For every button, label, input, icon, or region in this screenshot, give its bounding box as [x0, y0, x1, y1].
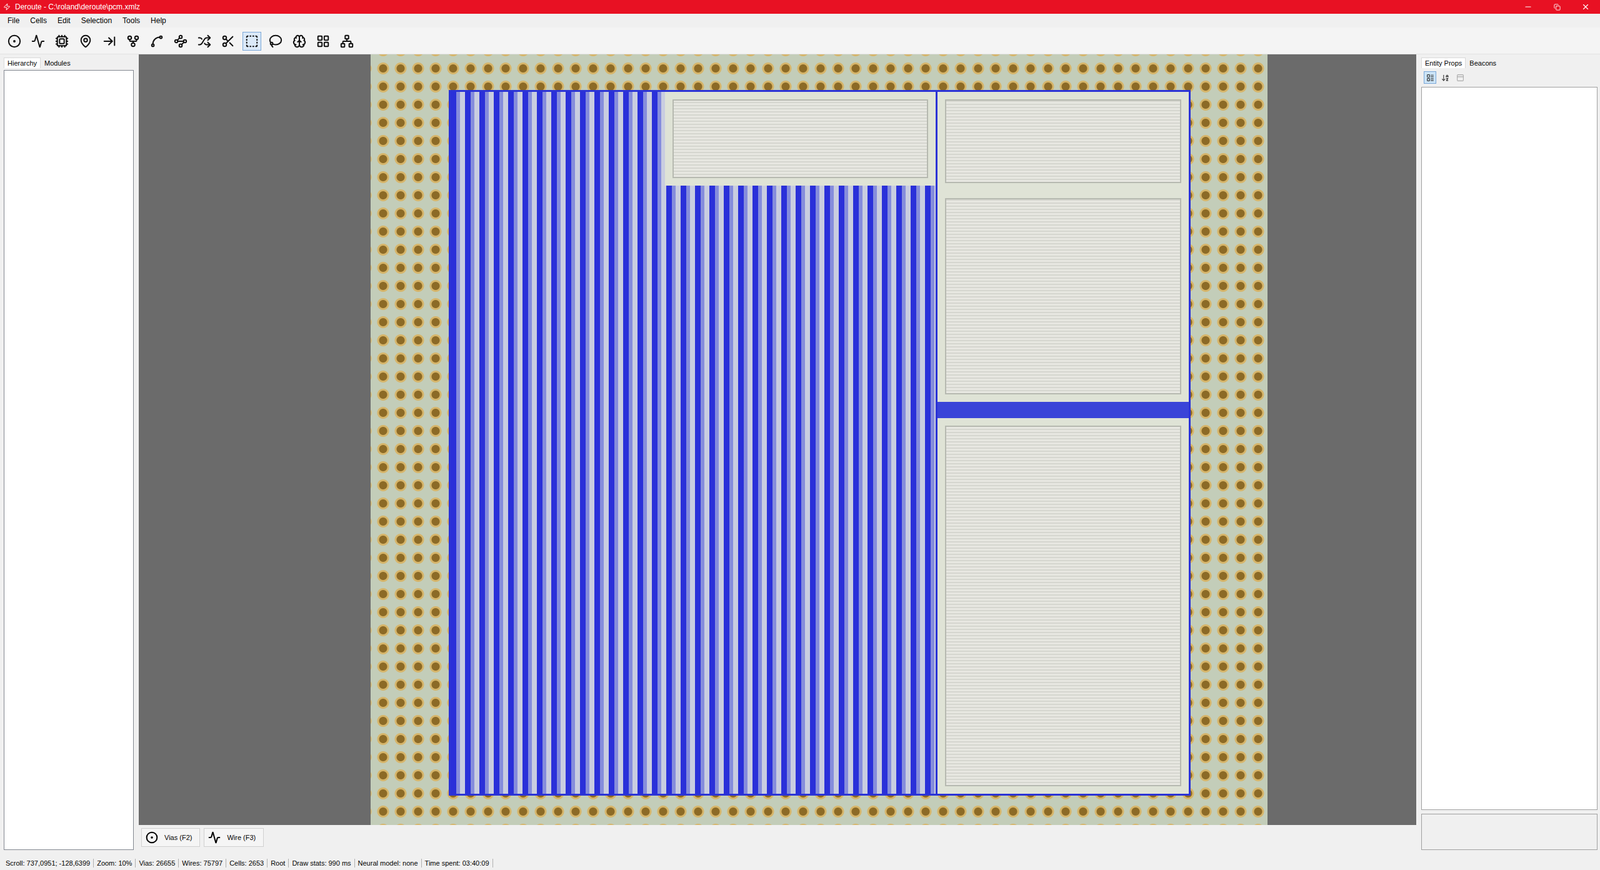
left-tabs: HierarchyModules [3, 56, 134, 69]
tool-button[interactable] [195, 31, 214, 51]
tool-button[interactable] [123, 31, 143, 51]
memory-block [945, 425, 1182, 787]
rect-select-icon [245, 34, 259, 49]
property-pages-button[interactable] [1453, 71, 1467, 84]
menu-item[interactable]: Cells [25, 15, 53, 27]
input-port-icon [102, 34, 117, 49]
minimize-button[interactable] [1513, 0, 1543, 14]
status-item: Time spent: 03:40:09 [421, 858, 494, 868]
alphabetical-icon [1441, 73, 1450, 82]
property-pages-icon [1456, 73, 1465, 82]
categorized-button[interactable] [1423, 71, 1437, 84]
chip-die-image [370, 54, 1268, 825]
menu-item[interactable]: Selection [76, 15, 118, 27]
status-bar: Scroll: 737,0951; -128,6399Zoom: 10%Vias… [0, 856, 1600, 870]
cell-grid-icon [316, 34, 330, 49]
layer-button[interactable]: Wire (F3) [203, 828, 264, 847]
tool-button[interactable] [242, 31, 262, 51]
property-toolbar [1421, 70, 1598, 85]
app-window: Deroute - C:\roland\deroute\pcm.xmlzFile… [0, 0, 1600, 870]
route-icon [150, 34, 164, 49]
left-panel: HierarchyModules [3, 56, 134, 850]
via-tool-icon [7, 34, 22, 49]
status-item: Root [267, 858, 289, 868]
layer-bar: Vias (F2)Wire (F3) [138, 825, 1417, 850]
memory-block [945, 99, 1182, 184]
panel-tab[interactable]: Hierarchy [3, 57, 41, 69]
lasso-select-icon [268, 34, 283, 49]
tool-button[interactable] [52, 31, 72, 51]
tool-button[interactable] [5, 31, 24, 51]
wire-icon [208, 831, 221, 844]
memory-block [945, 198, 1182, 395]
via-icon [145, 831, 159, 844]
tool-button[interactable] [28, 31, 48, 51]
restore-button[interactable] [1542, 0, 1572, 14]
status-item: Neural model: none [355, 858, 422, 868]
cut-wires-icon [221, 34, 235, 49]
panel-tab[interactable]: Beacons [1465, 57, 1500, 69]
wire-region-top [450, 91, 936, 186]
wire-tool-icon [31, 34, 45, 49]
panel-tab[interactable]: Entity Props [1421, 57, 1466, 69]
property-grid[interactable] [1421, 86, 1598, 810]
memory-block [672, 99, 929, 179]
status-item: Zoom: 10% [93, 858, 136, 868]
layout-canvas[interactable] [138, 54, 1417, 825]
categorized-icon [1426, 73, 1435, 82]
menu-bar: FileCellsEditSelectionToolsHelp [0, 13, 1600, 28]
close-icon [1581, 2, 1590, 12]
status-item: Draw stats: 990 ms [288, 858, 355, 868]
property-description [1421, 813, 1598, 850]
tool-button[interactable] [313, 31, 333, 51]
right-tabs: Entity PropsBeacons [1421, 56, 1598, 69]
app-icon [2, 2, 12, 12]
netlist-icon [340, 34, 354, 49]
wire-overlay [450, 91, 665, 186]
tool-button[interactable] [100, 31, 119, 51]
alphabetical-button[interactable] [1438, 71, 1452, 84]
tool-button[interactable] [290, 31, 309, 51]
swap-wires-icon [197, 34, 212, 49]
tool-button[interactable] [266, 31, 285, 51]
fork-icon [126, 34, 140, 49]
menu-item[interactable]: File [2, 15, 25, 27]
menu-item[interactable]: Help [145, 15, 172, 27]
layer-button[interactable]: Vias (F2) [141, 828, 200, 847]
menu-item[interactable]: Edit [52, 15, 77, 27]
cell-tool-icon [55, 34, 69, 49]
title-bar: Deroute - C:\roland\deroute\pcm.xmlz [0, 0, 1600, 14]
neural-model-icon [292, 34, 307, 49]
status-item: Scroll: 737,0951; -128,6399 [2, 858, 94, 868]
right-panel: Entity PropsBeacons [1421, 56, 1598, 850]
panel-tab[interactable]: Modules [40, 57, 75, 69]
status-item: Vias: 26655 [135, 858, 179, 868]
menu-item[interactable]: Tools [117, 15, 146, 27]
center-area: Vias (F2)Wire (F3) [138, 54, 1417, 850]
wire-bus [937, 401, 1189, 419]
minimize-icon [1523, 2, 1533, 12]
tool-button[interactable] [171, 31, 190, 51]
restore-icon [1553, 3, 1561, 11]
beacon-tool-icon [78, 34, 93, 49]
status-item: Cells: 2653 [226, 858, 268, 868]
close-button[interactable] [1571, 0, 1600, 14]
tool-button[interactable] [147, 31, 167, 51]
hierarchy-tree[interactable] [3, 70, 134, 850]
routed-core [448, 90, 1191, 796]
toolbar [0, 27, 1600, 55]
tool-button[interactable] [218, 31, 238, 51]
wire-overlay [450, 185, 936, 794]
window-title: Deroute - C:\roland\deroute\pcm.xmlz [15, 2, 1514, 12]
status-item: Wires: 75797 [178, 858, 227, 868]
wire-region [450, 91, 936, 794]
memory-column [935, 91, 1189, 794]
multi-route-icon [173, 34, 188, 49]
main-area: HierarchyModules Vias (F2)Wire (F3) Entity… [0, 54, 1600, 857]
tool-button[interactable] [337, 31, 357, 51]
tool-button[interactable] [76, 31, 95, 51]
